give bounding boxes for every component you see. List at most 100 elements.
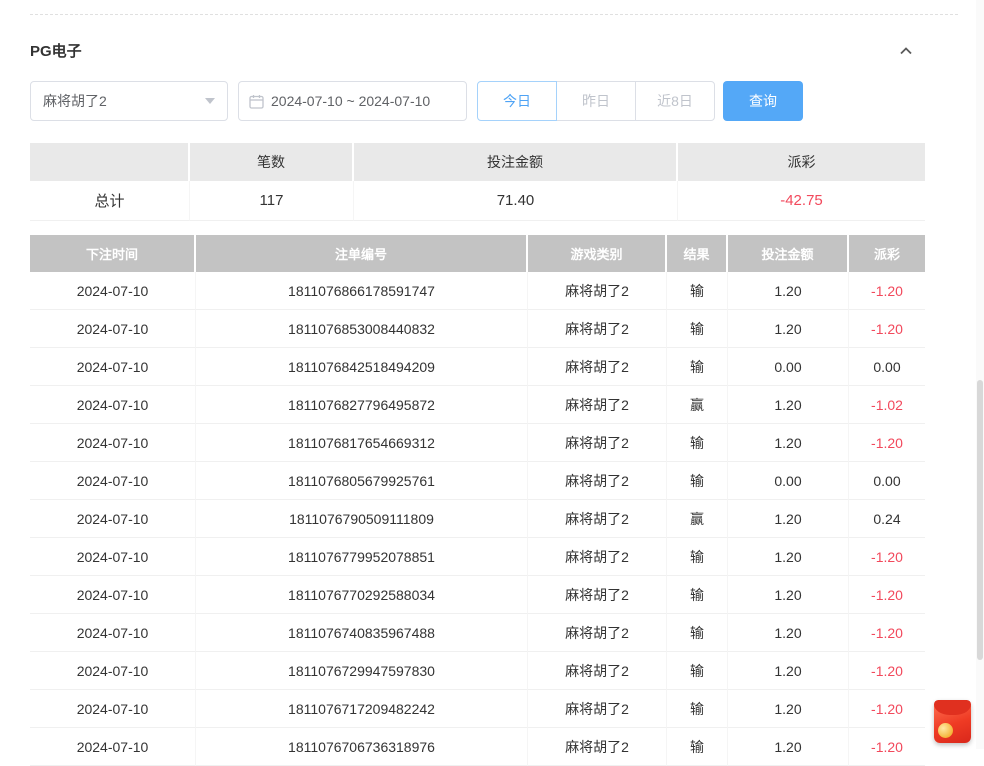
bet-id-cell: 1811076842518494209 xyxy=(196,348,528,386)
records-table: 下注时间 注单编号 游戏类别 结果 投注金额 派彩 2024-07-101811… xyxy=(30,235,925,766)
bet-id-cell: 1811076770292588034 xyxy=(196,576,528,614)
col-header-bet-id: 注单编号 xyxy=(196,235,528,272)
bet-time-cell: 2024-07-10 xyxy=(30,272,196,310)
result-cell: 输 xyxy=(667,652,728,690)
bet-time-cell: 2024-07-10 xyxy=(30,690,196,728)
date-range-picker[interactable]: 2024-07-10 ~ 2024-07-10 xyxy=(238,81,467,121)
table-row: 2024-07-101811076853008440832麻将胡了2输1.20-… xyxy=(30,310,925,348)
bet-time-cell: 2024-07-10 xyxy=(30,386,196,424)
bet-time-cell: 2024-07-10 xyxy=(30,614,196,652)
bet-time-cell: 2024-07-10 xyxy=(30,348,196,386)
summary-header-payout: 派彩 xyxy=(678,143,925,181)
payout-cell: 0.24 xyxy=(849,500,925,538)
summary-bet-amount-value: 71.40 xyxy=(354,181,678,221)
col-header-bet-time: 下注时间 xyxy=(30,235,196,272)
bet-time-cell: 2024-07-10 xyxy=(30,576,196,614)
bet-id-cell: 1811076817654669312 xyxy=(196,424,528,462)
bet-time-cell: 2024-07-10 xyxy=(30,538,196,576)
filter-row: 麻将胡了2 2024-07-10 ~ 2024-07-10 今日 昨日 近8日 … xyxy=(30,81,803,121)
table-row: 2024-07-101811076805679925761麻将胡了2输0.000… xyxy=(30,462,925,500)
game-type-cell: 麻将胡了2 xyxy=(528,652,667,690)
payout-cell: -1.20 xyxy=(849,310,925,348)
bet-time-cell: 2024-07-10 xyxy=(30,424,196,462)
section-title: PG电子 xyxy=(30,40,82,61)
records-header-row: 下注时间 注单编号 游戏类别 结果 投注金额 派彩 xyxy=(30,235,925,272)
game-type-cell: 麻将胡了2 xyxy=(528,348,667,386)
result-cell: 输 xyxy=(667,614,728,652)
records-tbody: 2024-07-101811076866178591747麻将胡了2输1.20-… xyxy=(30,272,925,766)
top-divider xyxy=(30,14,958,15)
query-button[interactable]: 查询 xyxy=(723,81,803,121)
result-cell: 输 xyxy=(667,310,728,348)
today-button[interactable]: 今日 xyxy=(477,81,557,121)
result-cell: 输 xyxy=(667,348,728,386)
date-range-value: 2024-07-10 ~ 2024-07-10 xyxy=(271,93,430,109)
col-header-result: 结果 xyxy=(667,235,728,272)
summary-total-row: 总计 117 71.40 -42.75 xyxy=(30,181,925,221)
payout-cell: 0.00 xyxy=(849,462,925,500)
scrollbar-track[interactable] xyxy=(976,0,984,749)
table-row: 2024-07-101811076770292588034麻将胡了2输1.20-… xyxy=(30,576,925,614)
bet-time-cell: 2024-07-10 xyxy=(30,728,196,766)
bet-amount-cell: 1.20 xyxy=(728,728,849,766)
payout-cell: -1.20 xyxy=(849,614,925,652)
collapse-section-button[interactable] xyxy=(896,41,916,61)
game-type-cell: 麻将胡了2 xyxy=(528,424,667,462)
summary-count-value: 117 xyxy=(190,181,354,221)
bet-amount-cell: 1.20 xyxy=(728,272,849,310)
bet-id-cell: 1811076740835967488 xyxy=(196,614,528,652)
bet-amount-cell: 1.20 xyxy=(728,576,849,614)
payout-cell: -1.20 xyxy=(849,576,925,614)
result-cell: 输 xyxy=(667,272,728,310)
table-row: 2024-07-101811076842518494209麻将胡了2输0.000… xyxy=(30,348,925,386)
game-type-cell: 麻将胡了2 xyxy=(528,538,667,576)
game-select[interactable]: 麻将胡了2 xyxy=(30,81,228,121)
game-type-cell: 麻将胡了2 xyxy=(528,690,667,728)
summary-header-bet-amount: 投注金额 xyxy=(354,143,678,181)
bet-amount-cell: 1.20 xyxy=(728,538,849,576)
game-type-cell: 麻将胡了2 xyxy=(528,386,667,424)
table-row: 2024-07-101811076740835967488麻将胡了2输1.20-… xyxy=(30,614,925,652)
game-type-cell: 麻将胡了2 xyxy=(528,310,667,348)
yesterday-button[interactable]: 昨日 xyxy=(556,81,636,121)
bet-amount-cell: 1.20 xyxy=(728,310,849,348)
result-cell: 输 xyxy=(667,462,728,500)
bet-id-cell: 1811076779952078851 xyxy=(196,538,528,576)
summary-header-row: 笔数 投注金额 派彩 xyxy=(30,143,925,181)
red-envelope-icon[interactable] xyxy=(934,700,971,743)
game-type-cell: 麻将胡了2 xyxy=(528,500,667,538)
table-row: 2024-07-101811076729947597830麻将胡了2输1.20-… xyxy=(30,652,925,690)
bet-id-cell: 1811076706736318976 xyxy=(196,728,528,766)
bet-id-cell: 1811076866178591747 xyxy=(196,272,528,310)
bet-amount-cell: 1.20 xyxy=(728,500,849,538)
bet-amount-cell: 1.20 xyxy=(728,614,849,652)
section-header: PG电子 xyxy=(30,40,916,61)
payout-cell: -1.20 xyxy=(849,728,925,766)
calendar-icon xyxy=(249,94,264,109)
game-type-cell: 麻将胡了2 xyxy=(528,614,667,652)
scrollbar-thumb[interactable] xyxy=(977,380,983,660)
result-cell: 赢 xyxy=(667,386,728,424)
game-type-cell: 麻将胡了2 xyxy=(528,576,667,614)
bet-id-cell: 1811076717209482242 xyxy=(196,690,528,728)
payout-cell: -1.20 xyxy=(849,538,925,576)
result-cell: 输 xyxy=(667,538,728,576)
payout-cell: -1.02 xyxy=(849,386,925,424)
bet-id-cell: 1811076827796495872 xyxy=(196,386,528,424)
bet-time-cell: 2024-07-10 xyxy=(30,652,196,690)
bet-amount-cell: 1.20 xyxy=(728,690,849,728)
payout-cell: -1.20 xyxy=(849,424,925,462)
quick-date-button-group: 今日 昨日 近8日 xyxy=(477,81,715,121)
bet-time-cell: 2024-07-10 xyxy=(30,462,196,500)
summary-header-blank xyxy=(30,143,190,181)
summary-table: 笔数 投注金额 派彩 总计 117 71.40 -42.75 xyxy=(30,143,925,221)
bet-id-cell: 1811076805679925761 xyxy=(196,462,528,500)
bet-id-cell: 1811076790509111809 xyxy=(196,500,528,538)
col-header-bet-amount: 投注金额 xyxy=(728,235,849,272)
game-type-cell: 麻将胡了2 xyxy=(528,462,667,500)
last-8-days-button[interactable]: 近8日 xyxy=(635,81,715,121)
chevron-up-icon xyxy=(898,43,914,59)
result-cell: 输 xyxy=(667,728,728,766)
summary-total-label: 总计 xyxy=(30,181,190,221)
bet-amount-cell: 1.20 xyxy=(728,424,849,462)
